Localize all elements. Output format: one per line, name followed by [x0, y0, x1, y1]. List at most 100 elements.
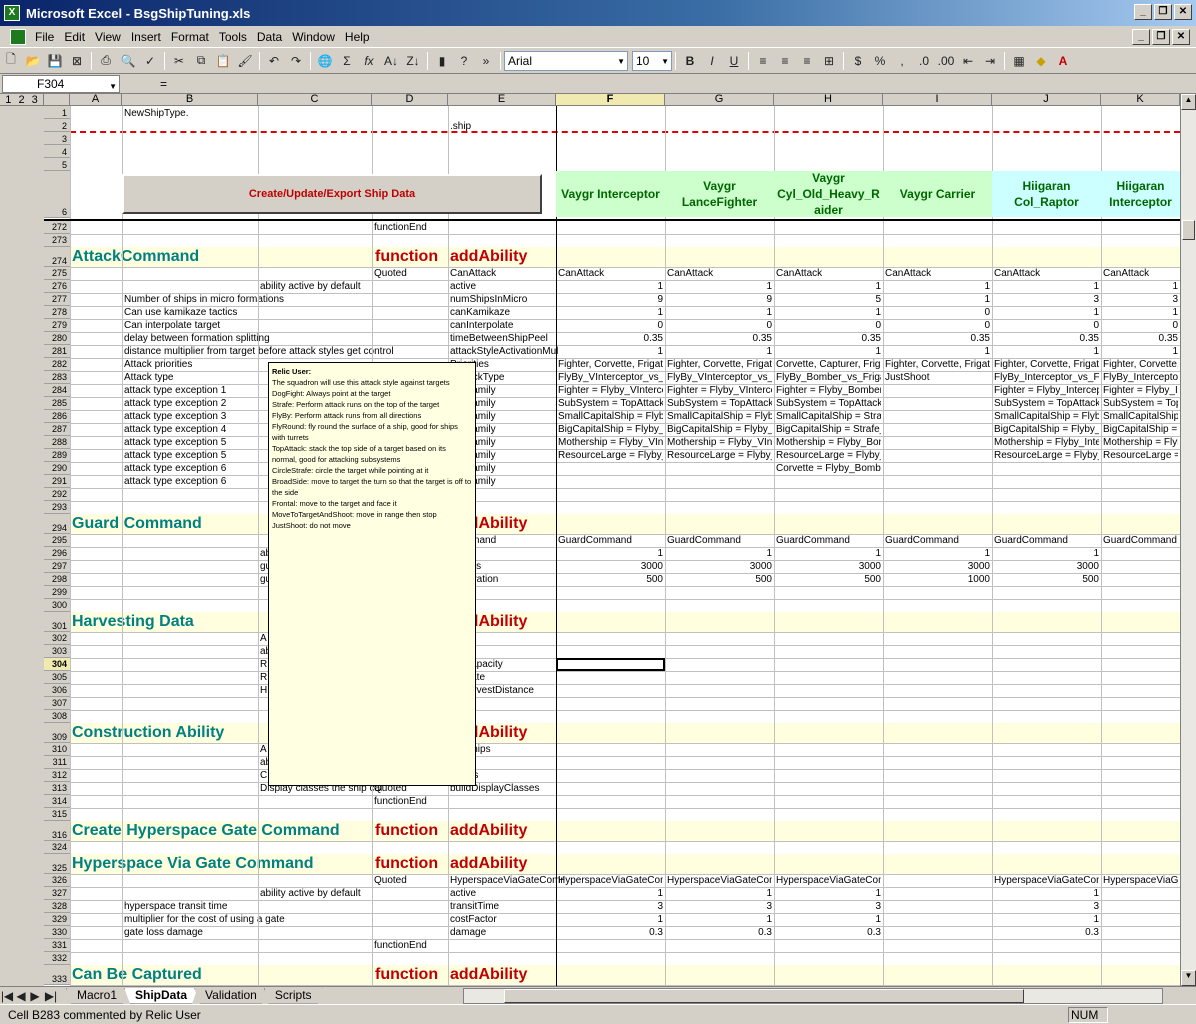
fill-color-icon[interactable]: ◆: [1030, 50, 1052, 72]
cell-b285[interactable]: attack type exception 2: [124, 398, 256, 410]
redo-icon[interactable]: ↷: [285, 50, 307, 72]
cell-b284[interactable]: attack type exception 1: [124, 385, 256, 397]
cell-j288[interactable]: Mothership = Flyby_Interc: [994, 437, 1099, 449]
chart-icon[interactable]: ▮: [431, 50, 453, 72]
row-header[interactable]: 1: [44, 106, 70, 119]
cell-k285[interactable]: SubSystem = Top: [1103, 398, 1178, 410]
ship-name-header[interactable]: Vaygr LanceFighter: [665, 171, 774, 217]
row-header[interactable]: 279: [44, 319, 70, 332]
format-painter-icon[interactable]: 🖌: [234, 50, 256, 72]
cell-j276[interactable]: 1: [994, 281, 1099, 293]
doc-close-button[interactable]: ✕: [1172, 29, 1190, 45]
row-header[interactable]: 316: [44, 821, 70, 841]
row-header[interactable]: 4: [44, 145, 70, 158]
cell-g327[interactable]: 1: [667, 888, 772, 900]
cell-g283[interactable]: FlyBy_VInterceptor_vs_F: [667, 372, 772, 384]
ship-name-header[interactable]: Hiigaran Interceptor: [1101, 171, 1180, 217]
cell-k283[interactable]: FlyBy_Interceptor: [1103, 372, 1178, 384]
row-header[interactable]: 298: [44, 573, 70, 586]
cell-k326[interactable]: HyperspaceViaGa: [1103, 875, 1178, 887]
cell-b283[interactable]: Attack type: [124, 372, 256, 384]
cell-b288[interactable]: attack type exception 5: [124, 437, 256, 449]
cell-f326[interactable]: HyperspaceViaGateComr: [558, 875, 663, 887]
cell-h276[interactable]: 1: [776, 281, 881, 293]
cell-e327[interactable]: active: [450, 888, 554, 900]
cell-g286[interactable]: SmallCapitalShip = Flyby_: [667, 411, 772, 423]
cell-h298[interactable]: 500: [776, 574, 881, 586]
select-all-corner[interactable]: [44, 94, 70, 106]
cell-k295[interactable]: GuardCommand: [1103, 535, 1178, 547]
cell-h283[interactable]: FlyBy_Bomber_vs_Frigat: [776, 372, 881, 384]
underline-icon[interactable]: U: [723, 50, 745, 72]
cell-i283[interactable]: JustShoot: [885, 372, 990, 384]
row-header[interactable]: 295: [44, 534, 70, 547]
cell-j298[interactable]: 500: [994, 574, 1099, 586]
row-header[interactable]: 302: [44, 632, 70, 645]
outline-level-1[interactable]: 1: [3, 94, 13, 106]
row-header[interactable]: 6: [44, 171, 70, 218]
cell-b277[interactable]: Number of ships in micro formations: [124, 294, 284, 306]
cell-i276[interactable]: 1: [885, 281, 990, 293]
italic-icon[interactable]: I: [701, 50, 723, 72]
copy-icon[interactable]: ⧉: [190, 50, 212, 72]
column-header-a[interactable]: A: [70, 94, 122, 106]
row-header[interactable]: 272: [44, 221, 70, 234]
row-header[interactable]: 2: [44, 119, 70, 132]
cell-h285[interactable]: SubSystem = TopAttack_Bomber_vs_Subsyste…: [776, 398, 881, 410]
row-header[interactable]: 276: [44, 280, 70, 293]
row-header[interactable]: 306: [44, 684, 70, 697]
row-header[interactable]: 314: [44, 795, 70, 808]
cell-h297[interactable]: 3000: [776, 561, 881, 573]
ship-name-header[interactable]: Hiigaran Col_Raptor: [992, 171, 1101, 217]
cell-e277[interactable]: numShipsInMicro: [450, 294, 554, 306]
scroll-down-icon[interactable]: ▼: [1181, 970, 1196, 986]
row-header[interactable]: 288: [44, 436, 70, 449]
cell-j287[interactable]: BigCapitalShip = Flyby_Int: [994, 424, 1099, 436]
row-header[interactable]: 332: [44, 952, 70, 965]
cell-h290[interactable]: Corvette = Flyby_Bomber_vs_Fighter: [776, 463, 881, 475]
function-icon[interactable]: fx: [358, 50, 380, 72]
menu-format[interactable]: Format: [166, 30, 214, 44]
row-header[interactable]: 328: [44, 900, 70, 913]
cell-f275[interactable]: CanAttack: [558, 268, 663, 280]
cell-e280[interactable]: timeBetweenShipPeel: [450, 333, 554, 345]
cell-i298[interactable]: 1000: [885, 574, 990, 586]
cell-f280[interactable]: 0.35: [558, 333, 663, 345]
merge-center-icon[interactable]: ⊞: [818, 50, 840, 72]
cell-f286[interactable]: SmallCapitalShip = Flyby_: [558, 411, 663, 423]
hyperlink-icon[interactable]: 🌐: [314, 50, 336, 72]
cell-i277[interactable]: 1: [885, 294, 990, 306]
cell-g281[interactable]: 1: [667, 346, 772, 358]
cell-g295[interactable]: GuardCommand: [667, 535, 772, 547]
menu-window[interactable]: Window: [287, 30, 340, 44]
cell-k277[interactable]: 3: [1103, 294, 1178, 306]
cell-i278[interactable]: 0: [885, 307, 990, 319]
bold-icon[interactable]: B: [679, 50, 701, 72]
menu-insert[interactable]: Insert: [126, 30, 166, 44]
decrease-decimal-icon[interactable]: .00: [935, 50, 957, 72]
cell-j275[interactable]: CanAttack: [994, 268, 1099, 280]
cell-h279[interactable]: 0: [776, 320, 881, 332]
cell-j282[interactable]: Fighter, Corvette, Frigate,: [994, 359, 1099, 371]
cell-j277[interactable]: 3: [994, 294, 1099, 306]
row-header[interactable]: 286: [44, 410, 70, 423]
restore-button[interactable]: ❐: [1154, 4, 1172, 20]
cell-b278[interactable]: Can use kamikaze tactics: [124, 307, 256, 319]
sort-descending-icon[interactable]: Z↓: [402, 50, 424, 72]
cell-e278[interactable]: canKamikaze: [450, 307, 554, 319]
cell-h295[interactable]: GuardCommand: [776, 535, 881, 547]
cell-e276[interactable]: active: [450, 281, 554, 293]
cell-e281[interactable]: attackStyleActivationMul: [450, 346, 558, 358]
comma-icon[interactable]: ,: [891, 50, 913, 72]
row-header[interactable]: 327: [44, 887, 70, 900]
borders-icon[interactable]: ▦: [1008, 50, 1030, 72]
cell-g297[interactable]: 3000: [667, 561, 772, 573]
row-header[interactable]: 282: [44, 358, 70, 371]
close-button[interactable]: ✕: [1174, 4, 1192, 20]
row-header[interactable]: 287: [44, 423, 70, 436]
row-header[interactable]: 305: [44, 671, 70, 684]
cell-j296[interactable]: 1: [994, 548, 1099, 560]
cell-h278[interactable]: 1: [776, 307, 881, 319]
cell-g296[interactable]: 1: [667, 548, 772, 560]
paste-icon[interactable]: 📋: [212, 50, 234, 72]
